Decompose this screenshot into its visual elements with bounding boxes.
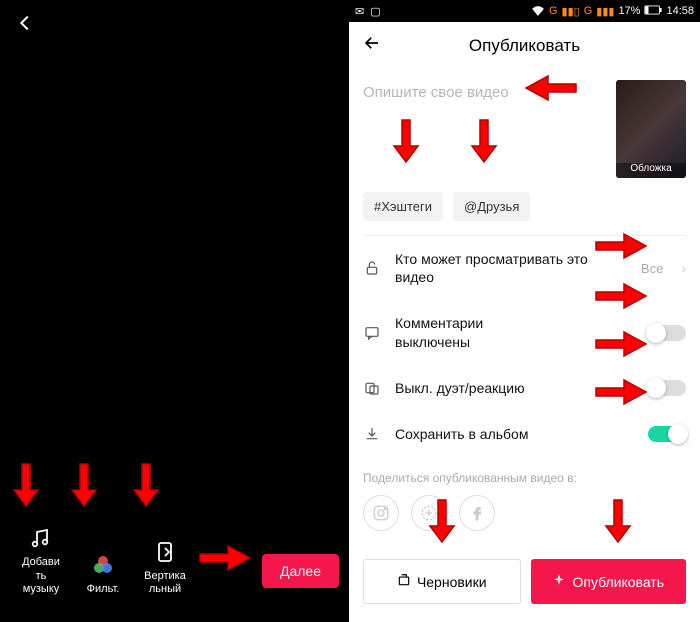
header: Опубликовать — [349, 22, 700, 70]
duet-toggle[interactable] — [648, 380, 686, 396]
share-instagram[interactable] — [363, 495, 399, 531]
lock-icon — [363, 260, 381, 276]
cover-label: Обложка — [616, 163, 686, 178]
setting-label: Выкл. дуэт/реакцию — [395, 379, 634, 397]
download-icon — [363, 426, 381, 442]
drafts-icon — [397, 573, 411, 590]
share-story[interactable] — [411, 495, 447, 531]
wifi-icon — [531, 4, 545, 19]
orientation-icon — [153, 540, 177, 564]
tool-label: Добави ть музыку — [22, 556, 60, 596]
comments-row: Комментарии выключены — [349, 300, 700, 364]
add-music-button[interactable]: Добави ть музыку — [10, 526, 72, 596]
next-button[interactable]: Далее — [262, 554, 339, 588]
cover-thumbnail[interactable]: Обложка — [616, 80, 686, 178]
setting-label: Кто может просматривать это видео — [395, 250, 627, 286]
signal-icon-1: ▮▮▯ — [562, 5, 580, 18]
tool-label: Фильт. — [87, 583, 120, 596]
comments-toggle[interactable] — [648, 325, 686, 341]
filter-circles-icon — [91, 553, 115, 577]
carrier-label-2: G — [584, 5, 593, 17]
duet-row: Выкл. дуэт/реакцию — [349, 365, 700, 411]
duet-icon — [363, 380, 381, 396]
music-note-icon — [29, 526, 53, 550]
setting-label: Комментарии выключены — [395, 314, 634, 350]
signal-icon-2: ▮▮▮ — [596, 5, 614, 18]
status-time: 14:58 — [666, 5, 694, 17]
privacy-row[interactable]: Кто может просматривать это видео Все › — [349, 236, 700, 300]
image-icon: ▢ — [370, 5, 380, 18]
carrier-label-1: G — [549, 5, 558, 17]
description-input[interactable]: Опишите свое видео — [363, 80, 606, 178]
comment-icon — [363, 325, 381, 341]
hashtag-chip[interactable]: #Хэштеги — [363, 192, 443, 221]
battery-percent: 17% — [618, 5, 640, 17]
vertical-button[interactable]: Вертика льный — [134, 540, 196, 596]
share-label: Поделиться опубликованным видео в: — [363, 471, 686, 485]
tool-label: Вертика льный — [144, 570, 186, 596]
share-facebook[interactable] — [459, 495, 495, 531]
chevron-right-icon: › — [681, 260, 686, 276]
back-icon[interactable] — [14, 14, 36, 39]
publish-screen: ✉ ▢ G ▮▮▯ G ▮▮▮ 17% 14:58 Опубликовать О… — [349, 0, 700, 622]
sparkle-icon — [552, 573, 566, 590]
page-title: Опубликовать — [469, 36, 580, 56]
envelope-icon: ✉ — [355, 5, 364, 18]
save-toggle[interactable] — [648, 426, 686, 442]
drafts-button[interactable]: Черновики — [363, 559, 521, 604]
editor-screen: Добави ть музыку Фильт. Вертика льный Да… — [0, 0, 349, 622]
status-bar: ✉ ▢ G ▮▮▯ G ▮▮▮ 17% 14:58 — [349, 0, 700, 22]
friends-chip[interactable]: @Друзья — [453, 192, 530, 221]
publish-button[interactable]: Опубликовать — [531, 559, 687, 604]
setting-label: Сохранить в альбом — [395, 425, 634, 443]
back-icon[interactable] — [363, 34, 381, 58]
battery-icon — [644, 5, 662, 18]
privacy-value: Все — [641, 261, 663, 276]
filter-button[interactable]: Фильт. — [72, 553, 134, 596]
save-row: Сохранить в альбом — [349, 411, 700, 457]
